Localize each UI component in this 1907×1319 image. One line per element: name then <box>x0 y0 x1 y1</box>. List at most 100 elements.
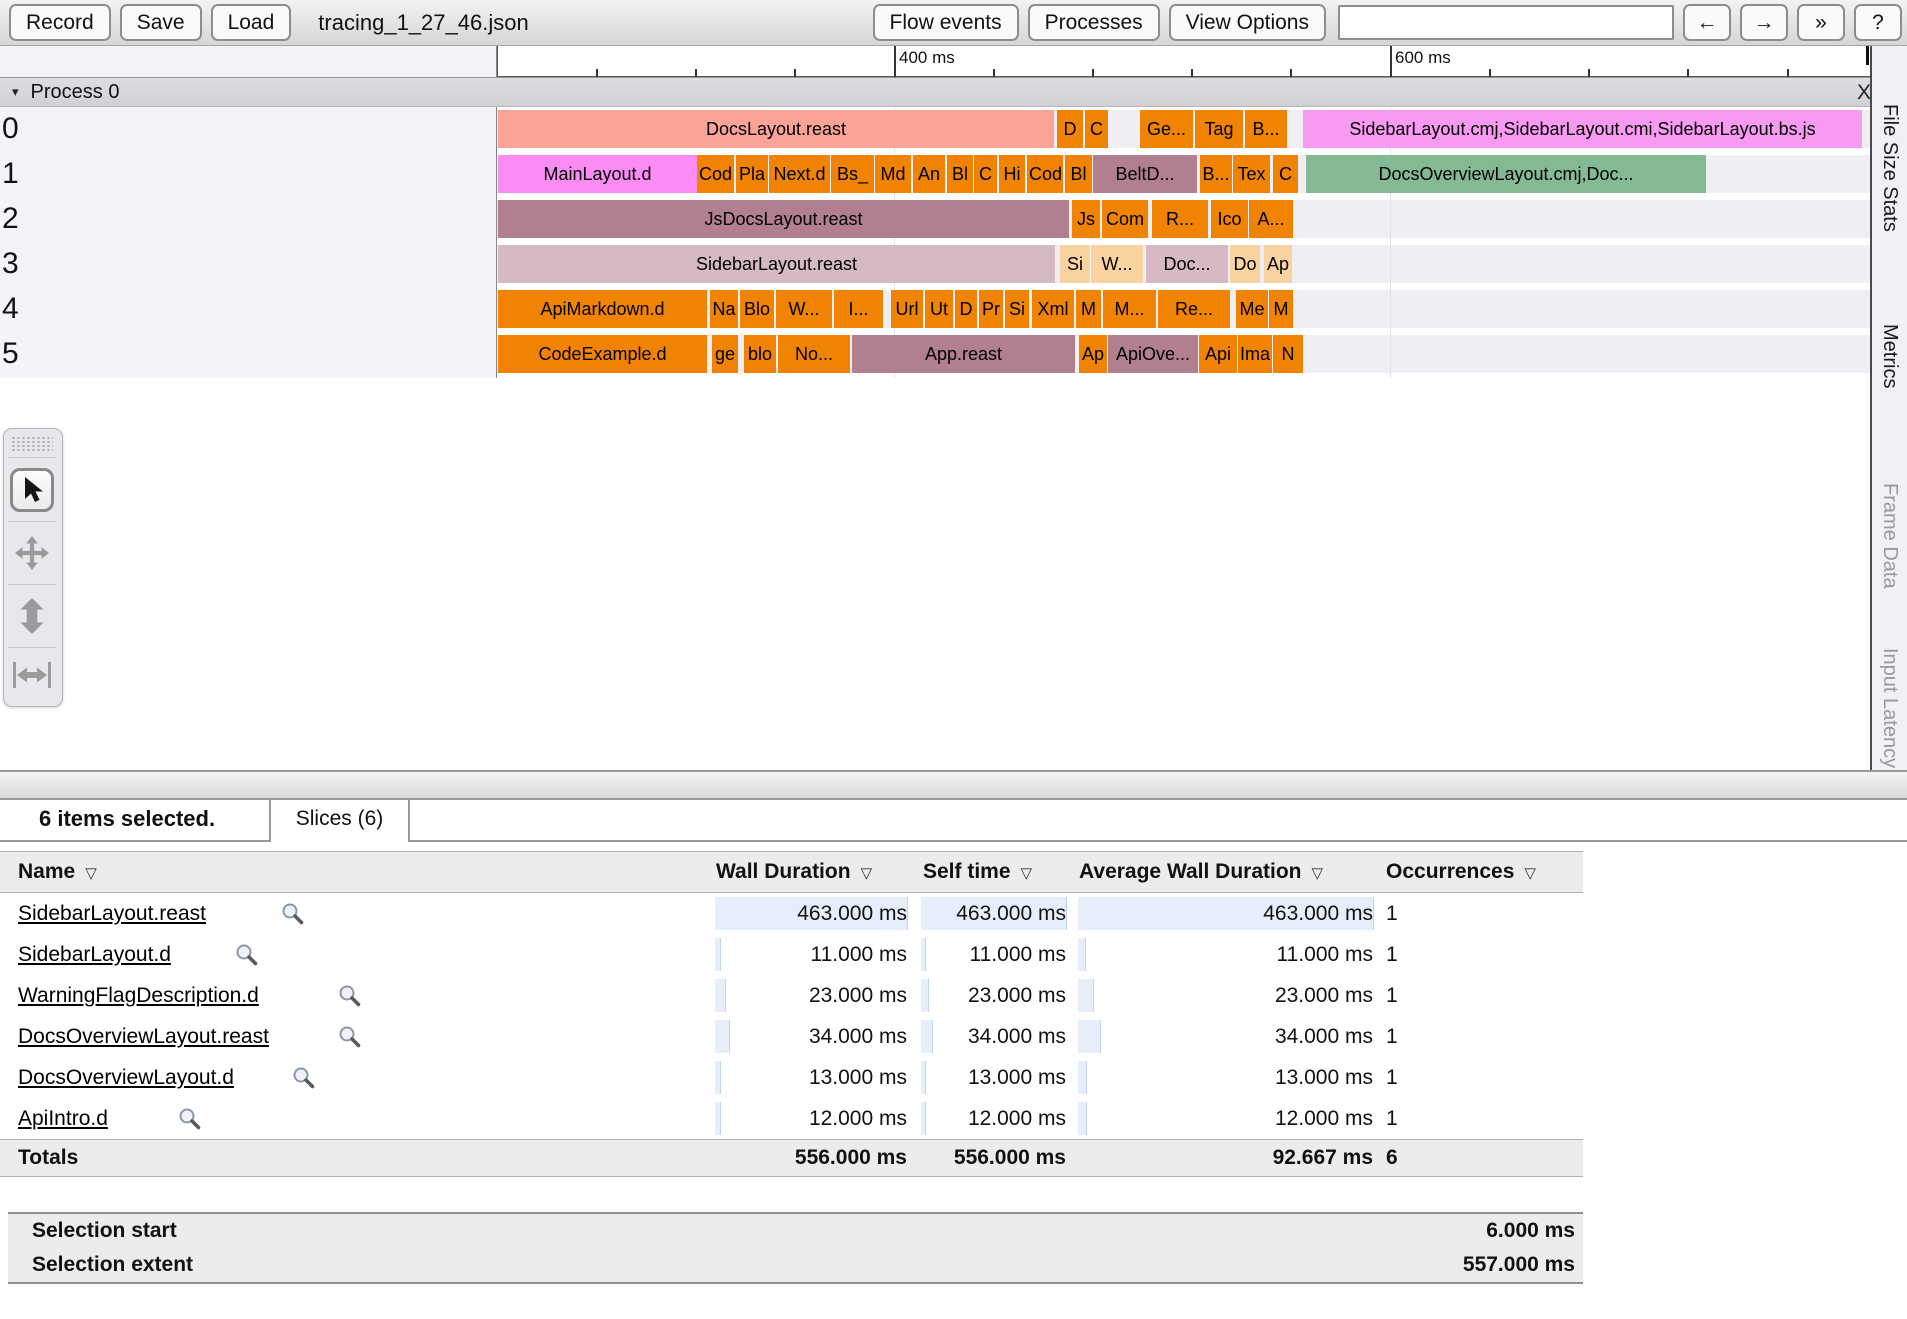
find-input[interactable] <box>1338 5 1674 40</box>
name-link[interactable]: SidebarLayout.reast <box>18 893 206 934</box>
trace-slice[interactable]: W... <box>776 290 832 328</box>
trace-slice[interactable]: Md <box>875 155 911 193</box>
trace-slice[interactable]: Ut <box>925 290 953 328</box>
trace-slice[interactable]: M... <box>1103 290 1156 328</box>
trace-slice[interactable]: Js <box>1072 200 1100 238</box>
name-link[interactable]: WarningFlagDescription.d <box>18 975 259 1016</box>
sort-triangle-icon[interactable]: ▽ <box>1312 865 1324 882</box>
flow-events-button[interactable]: Flow events <box>873 4 1019 41</box>
name-link[interactable]: DocsOverviewLayout.d <box>18 1057 234 1098</box>
trace-slice[interactable]: MainLayout.d <box>498 155 697 193</box>
column-header-average-wall-duration[interactable]: Average Wall Duration▽ <box>1079 852 1323 894</box>
name-link[interactable]: SidebarLayout.d <box>18 934 171 975</box>
zoom-tool-button[interactable] <box>4 586 60 646</box>
sort-triangle-icon[interactable]: ▽ <box>1021 865 1033 882</box>
trace-slice[interactable]: Doc... <box>1146 245 1228 283</box>
trace-slice[interactable]: Do <box>1230 245 1260 283</box>
load-button[interactable]: Load <box>211 4 292 41</box>
palette-grip-handle[interactable] <box>11 436 53 451</box>
trace-slice[interactable]: JsDocsLayout.reast <box>498 200 1069 238</box>
column-header-self-time[interactable]: Self time▽ <box>923 852 1032 894</box>
trace-slice[interactable]: Com <box>1102 200 1148 238</box>
sort-triangle-icon[interactable]: ▽ <box>1524 865 1536 882</box>
trace-slice[interactable]: DocsOverviewLayout.cmj,Doc... <box>1306 155 1706 193</box>
trace-slice[interactable]: Bl <box>947 155 973 193</box>
processes-button[interactable]: Processes <box>1028 4 1160 41</box>
name-link[interactable]: DocsOverviewLayout.reast <box>18 1016 269 1057</box>
trace-slice[interactable]: Tex <box>1233 155 1270 193</box>
trace-slice[interactable]: blo <box>744 335 776 373</box>
trace-slice[interactable]: CodeExample.d <box>498 335 707 373</box>
trace-slice[interactable]: I... <box>834 290 883 328</box>
trace-slice[interactable]: Re... <box>1158 290 1230 328</box>
trace-slice[interactable]: R... <box>1152 200 1208 238</box>
trace-slice[interactable]: ge <box>712 335 738 373</box>
trace-slice[interactable]: An <box>913 155 945 193</box>
trace-slice[interactable]: Na <box>710 290 738 328</box>
timing-tool-button[interactable] <box>4 649 60 701</box>
trace-slice[interactable]: Tag <box>1195 110 1243 148</box>
magnifier-icon[interactable] <box>292 1066 316 1095</box>
trace-slice[interactable]: SidebarLayout.cmj,SidebarLayout.cmi,Side… <box>1303 110 1862 148</box>
save-button[interactable]: Save <box>120 4 202 41</box>
help-button[interactable]: ? <box>1854 4 1902 41</box>
trace-slice[interactable]: DocsLayout.reast <box>498 110 1054 148</box>
timeline-ruler[interactable] <box>497 46 1870 77</box>
trace-slice[interactable]: Url <box>891 290 923 328</box>
record-button[interactable]: Record <box>9 4 111 41</box>
trace-slice[interactable]: Pr <box>979 290 1003 328</box>
side-tab-file-size-stats[interactable]: File Size Stats <box>1878 104 1901 232</box>
column-header-name[interactable]: Name▽ <box>18 852 97 894</box>
trace-slice[interactable]: SidebarLayout.reast <box>498 245 1055 283</box>
sort-triangle-icon[interactable]: ▽ <box>85 865 97 882</box>
trace-slice[interactable]: D <box>1057 110 1083 148</box>
trace-slice[interactable]: Api <box>1199 335 1237 373</box>
name-link[interactable]: ApiIntro.d <box>18 1098 108 1139</box>
trace-slice[interactable]: Blo <box>740 290 774 328</box>
trace-slice[interactable]: Ico <box>1211 200 1248 238</box>
trace-slice[interactable]: D <box>955 290 977 328</box>
trace-slice[interactable]: M <box>1076 290 1101 328</box>
side-tab-frame-data[interactable]: Frame Data <box>1878 483 1901 589</box>
trace-slice[interactable]: Me <box>1236 290 1268 328</box>
close-process-button[interactable]: X <box>1857 78 1871 108</box>
trace-slice[interactable]: Hi <box>999 155 1025 193</box>
magnifier-icon[interactable] <box>338 984 362 1013</box>
trace-slice[interactable]: Cod <box>1027 155 1063 193</box>
trace-slice[interactable]: M <box>1269 290 1293 328</box>
trace-slice[interactable]: Si <box>1005 290 1029 328</box>
trace-slice[interactable]: No... <box>778 335 850 373</box>
trace-slice[interactable]: BeltD... <box>1093 155 1197 193</box>
more-options-button[interactable]: » <box>1797 4 1845 41</box>
collapse-arrow-icon[interactable]: ▾ <box>12 84 19 100</box>
magnifier-icon[interactable] <box>235 943 259 972</box>
trace-slice[interactable]: ApiMarkdown.d <box>498 290 707 328</box>
pane-splitter[interactable] <box>0 770 1907 800</box>
trace-slice[interactable]: C <box>1085 110 1108 148</box>
trace-slice[interactable]: Bl <box>1065 155 1092 193</box>
trace-slice[interactable]: C <box>1273 155 1298 193</box>
trace-slice[interactable]: C <box>974 155 997 193</box>
trace-slice[interactable]: Ima <box>1238 335 1272 373</box>
view-options-button[interactable]: View Options <box>1169 4 1326 41</box>
trace-slice[interactable]: Bs_ <box>831 155 874 193</box>
trace-slice[interactable]: App.reast <box>852 335 1075 373</box>
trace-slice[interactable]: ApiOve... <box>1108 335 1198 373</box>
column-header-wall-duration[interactable]: Wall Duration▽ <box>716 852 872 894</box>
magnifier-icon[interactable] <box>281 902 305 931</box>
trace-slice[interactable]: B... <box>1245 110 1287 148</box>
trace-slice[interactable]: Ap <box>1264 245 1292 283</box>
magnifier-icon[interactable] <box>338 1025 362 1054</box>
column-header-occurrences[interactable]: Occurrences▽ <box>1386 852 1536 894</box>
trace-slice[interactable]: Si <box>1060 245 1090 283</box>
slices-tab[interactable]: Slices (6) <box>269 793 410 842</box>
side-tab-metrics[interactable]: Metrics <box>1878 324 1901 388</box>
magnifier-icon[interactable] <box>178 1107 202 1136</box>
find-next-button[interactable]: → <box>1740 4 1788 41</box>
trace-slice[interactable]: N <box>1273 335 1303 373</box>
selection-tool-button[interactable] <box>4 460 60 520</box>
trace-slice[interactable]: Pla <box>736 155 768 193</box>
sort-triangle-icon[interactable]: ▽ <box>861 865 873 882</box>
trace-slice[interactable]: Xml <box>1032 290 1074 328</box>
process-header[interactable]: ▾ Process 0 X <box>0 77 1907 107</box>
